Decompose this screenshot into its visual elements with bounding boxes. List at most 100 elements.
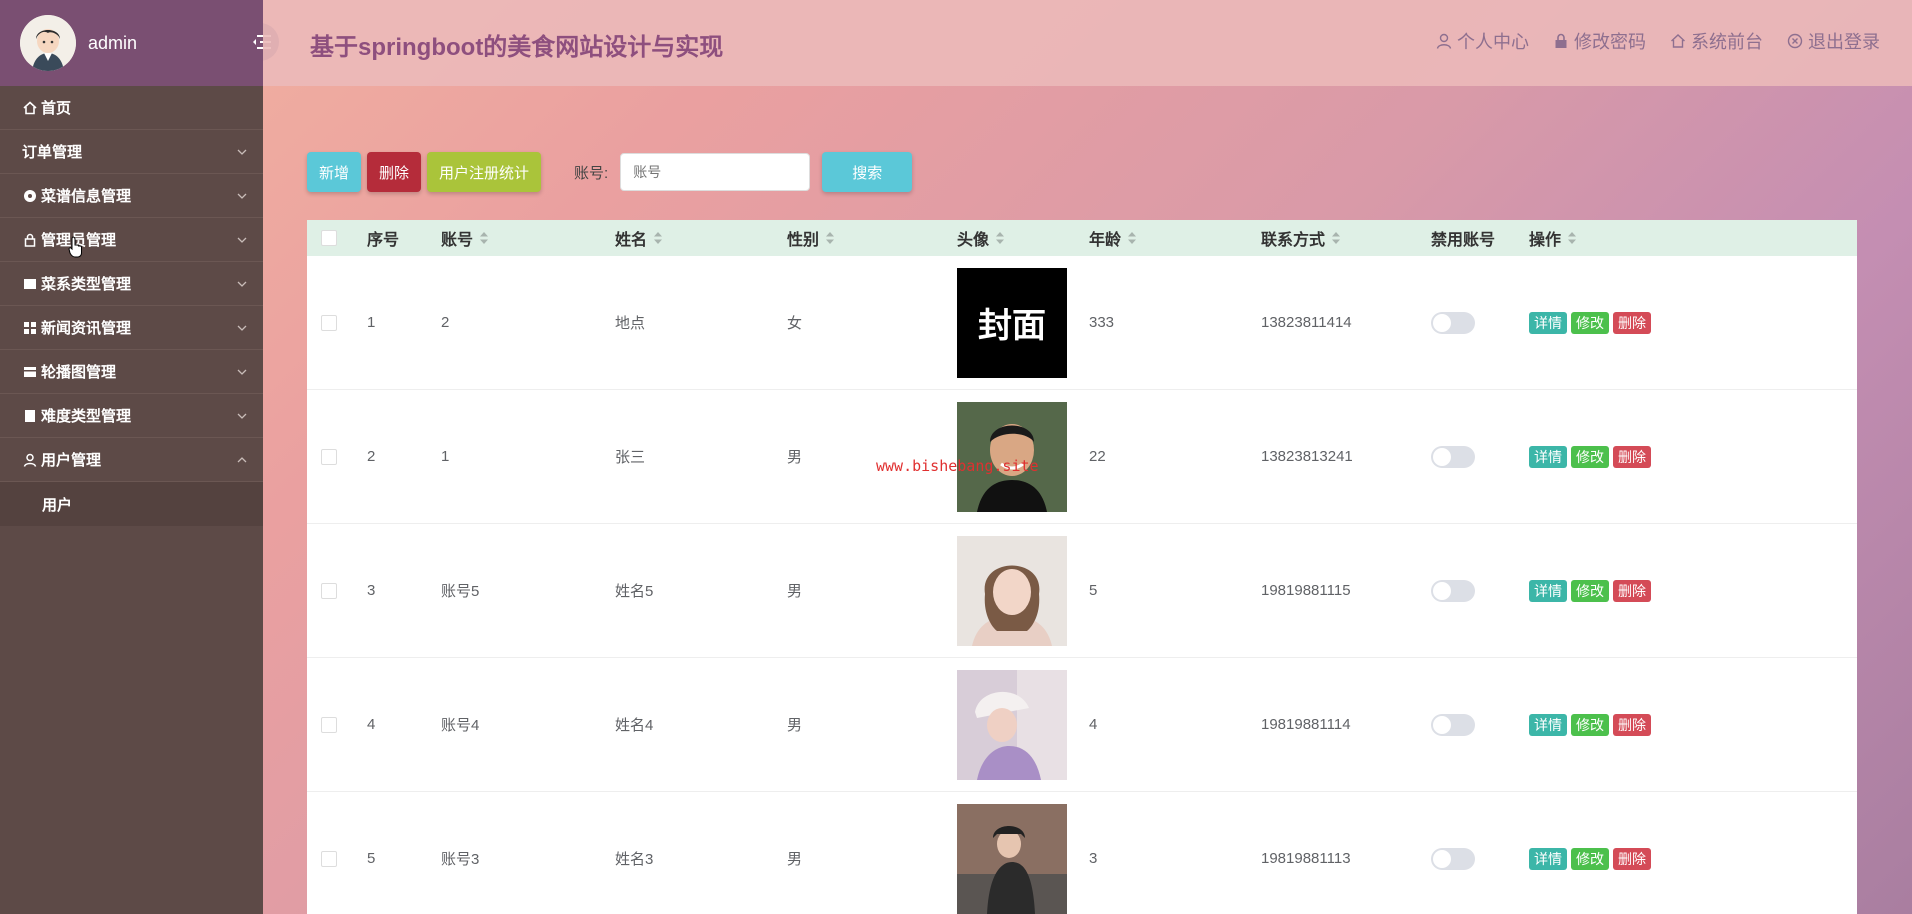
registration-stats-button[interactable]: 用户注册统计 bbox=[427, 152, 542, 192]
search-button[interactable]: 搜索 bbox=[822, 152, 913, 192]
chevron-down-icon bbox=[237, 413, 247, 419]
menu-item-users[interactable]: 用户管理 bbox=[0, 438, 263, 482]
menu-item-home[interactable]: 首页 bbox=[0, 86, 263, 130]
chevron-down-icon bbox=[237, 193, 247, 199]
cell-index: 4 bbox=[367, 716, 376, 733]
cell-index: 2 bbox=[367, 448, 376, 465]
logout-link-label: 退出登录 bbox=[1808, 32, 1880, 52]
menu-item-label: 难度类型管理 bbox=[41, 408, 132, 425]
cell-phone: 19819881114 bbox=[1261, 716, 1351, 733]
row-checkbox[interactable] bbox=[321, 582, 337, 599]
row-checkbox[interactable] bbox=[321, 850, 337, 867]
disable-account-switch[interactable] bbox=[1431, 445, 1475, 468]
header-gender[interactable]: 性别 bbox=[787, 226, 957, 250]
detail-button[interactable]: 详情 bbox=[1529, 445, 1567, 468]
cell-name: 姓名5 bbox=[615, 583, 654, 600]
menu-item-news[interactable]: 新闻资讯管理 bbox=[0, 306, 263, 350]
cell-index: 3 bbox=[367, 582, 376, 599]
header-label: 禁用账号 bbox=[1431, 232, 1496, 249]
row-actions: 详情 修改 删除 bbox=[1529, 847, 1857, 870]
cell-name: 张三 bbox=[615, 449, 646, 466]
menu-item-recipes[interactable]: 菜谱信息管理 bbox=[0, 174, 263, 218]
cell-gender: 女 bbox=[787, 315, 803, 332]
header-label: 姓名 bbox=[615, 232, 648, 249]
detail-button[interactable]: 详情 bbox=[1529, 579, 1567, 602]
menu-item-admins[interactable]: 管理员管理 bbox=[0, 218, 263, 262]
avatar[interactable] bbox=[20, 15, 76, 71]
submenu-item-users[interactable]: 用户 bbox=[0, 482, 263, 526]
cell-gender: 男 bbox=[787, 851, 803, 868]
detail-button[interactable]: 详情 bbox=[1529, 311, 1567, 334]
header-index: 序号 bbox=[367, 226, 441, 250]
close-circle-icon bbox=[1787, 33, 1803, 49]
sort-icon[interactable] bbox=[1127, 231, 1137, 245]
sort-icon[interactable] bbox=[653, 231, 663, 245]
search-input[interactable] bbox=[620, 153, 811, 191]
sort-icon[interactable] bbox=[995, 231, 1005, 245]
avatar-image: 封面 bbox=[957, 267, 1067, 378]
header-avatar[interactable]: 头像 bbox=[957, 226, 1089, 250]
edit-button[interactable]: 修改 bbox=[1571, 311, 1609, 334]
user-table: 序号 账号 姓名 性别 头像 年龄 联系方式 禁用账号 操作 1 2 地点 女 … bbox=[307, 220, 1857, 914]
cell-name: 姓名4 bbox=[615, 717, 654, 734]
row-checkbox[interactable] bbox=[321, 314, 337, 331]
menu-item-carousel[interactable]: 轮播图管理 bbox=[0, 350, 263, 394]
delete-row-button[interactable]: 删除 bbox=[1613, 445, 1651, 468]
avatar-image bbox=[957, 803, 1067, 914]
menu-item-label: 菜系类型管理 bbox=[41, 276, 132, 293]
table-row: 3 账号5 姓名5 男 5 19819881115 详情 修改 删除 bbox=[307, 524, 1857, 658]
avatar-image bbox=[957, 535, 1067, 646]
sort-icon[interactable] bbox=[1567, 231, 1577, 245]
profile-link[interactable]: 个人中心 bbox=[1436, 28, 1529, 54]
row-actions: 详情 修改 删除 bbox=[1529, 579, 1857, 602]
header-actions[interactable]: 操作 bbox=[1529, 226, 1857, 250]
square-icon bbox=[22, 276, 38, 292]
menu-item-label: 新闻资讯管理 bbox=[41, 320, 132, 337]
sort-icon[interactable] bbox=[1331, 231, 1341, 245]
sort-icon[interactable] bbox=[479, 231, 489, 245]
menu-item-label: 轮播图管理 bbox=[41, 364, 117, 381]
header-label: 操作 bbox=[1529, 232, 1562, 249]
table-header: 序号 账号 姓名 性别 头像 年龄 联系方式 禁用账号 操作 bbox=[307, 220, 1857, 256]
edit-button[interactable]: 修改 bbox=[1571, 847, 1609, 870]
disable-account-switch[interactable] bbox=[1431, 847, 1475, 870]
row-checkbox[interactable] bbox=[321, 448, 337, 465]
cell-age: 5 bbox=[1089, 582, 1098, 599]
select-all-checkbox[interactable] bbox=[321, 230, 337, 246]
delete-row-button[interactable]: 删除 bbox=[1613, 847, 1651, 870]
menu-item-difficulty-types[interactable]: 难度类型管理 bbox=[0, 394, 263, 438]
disable-account-switch[interactable] bbox=[1431, 579, 1475, 602]
change-password-link[interactable]: 修改密码 bbox=[1553, 28, 1646, 54]
disable-account-switch[interactable] bbox=[1431, 713, 1475, 736]
menu-item-orders[interactable]: 订单管理 bbox=[0, 130, 263, 174]
header-phone[interactable]: 联系方式 bbox=[1261, 226, 1431, 250]
delete-button[interactable]: 删除 bbox=[367, 152, 422, 192]
sort-icon[interactable] bbox=[825, 231, 835, 245]
detail-button[interactable]: 详情 bbox=[1529, 713, 1567, 736]
row-checkbox[interactable] bbox=[321, 716, 337, 733]
logout-link[interactable]: 退出登录 bbox=[1787, 28, 1880, 54]
edit-button[interactable]: 修改 bbox=[1571, 579, 1609, 602]
add-button[interactable]: 新增 bbox=[307, 152, 362, 192]
header-account[interactable]: 账号 bbox=[441, 226, 615, 250]
disable-account-switch[interactable] bbox=[1431, 311, 1475, 334]
cell-index: 5 bbox=[367, 850, 376, 867]
edit-button[interactable]: 修改 bbox=[1571, 445, 1609, 468]
top-links: 个人中心 修改密码 系统前台 退出登录 bbox=[1436, 28, 1880, 54]
frontend-link[interactable]: 系统前台 bbox=[1670, 28, 1763, 54]
cell-age: 333 bbox=[1089, 314, 1115, 331]
delete-row-button[interactable]: 删除 bbox=[1613, 311, 1651, 334]
cell-name: 姓名3 bbox=[615, 851, 654, 868]
avatar-image bbox=[957, 401, 1067, 512]
header-name[interactable]: 姓名 bbox=[615, 226, 787, 250]
detail-button[interactable]: 详情 bbox=[1529, 847, 1567, 870]
delete-row-button[interactable]: 删除 bbox=[1613, 579, 1651, 602]
avatar-image bbox=[957, 669, 1067, 780]
edit-button[interactable]: 修改 bbox=[1571, 713, 1609, 736]
lock-icon bbox=[22, 232, 38, 248]
profile-link-label: 个人中心 bbox=[1457, 32, 1529, 52]
menu-item-cuisine-types[interactable]: 菜系类型管理 bbox=[0, 262, 263, 306]
delete-row-button[interactable]: 删除 bbox=[1613, 713, 1651, 736]
change-password-link-label: 修改密码 bbox=[1574, 32, 1646, 52]
header-age[interactable]: 年龄 bbox=[1089, 226, 1261, 250]
